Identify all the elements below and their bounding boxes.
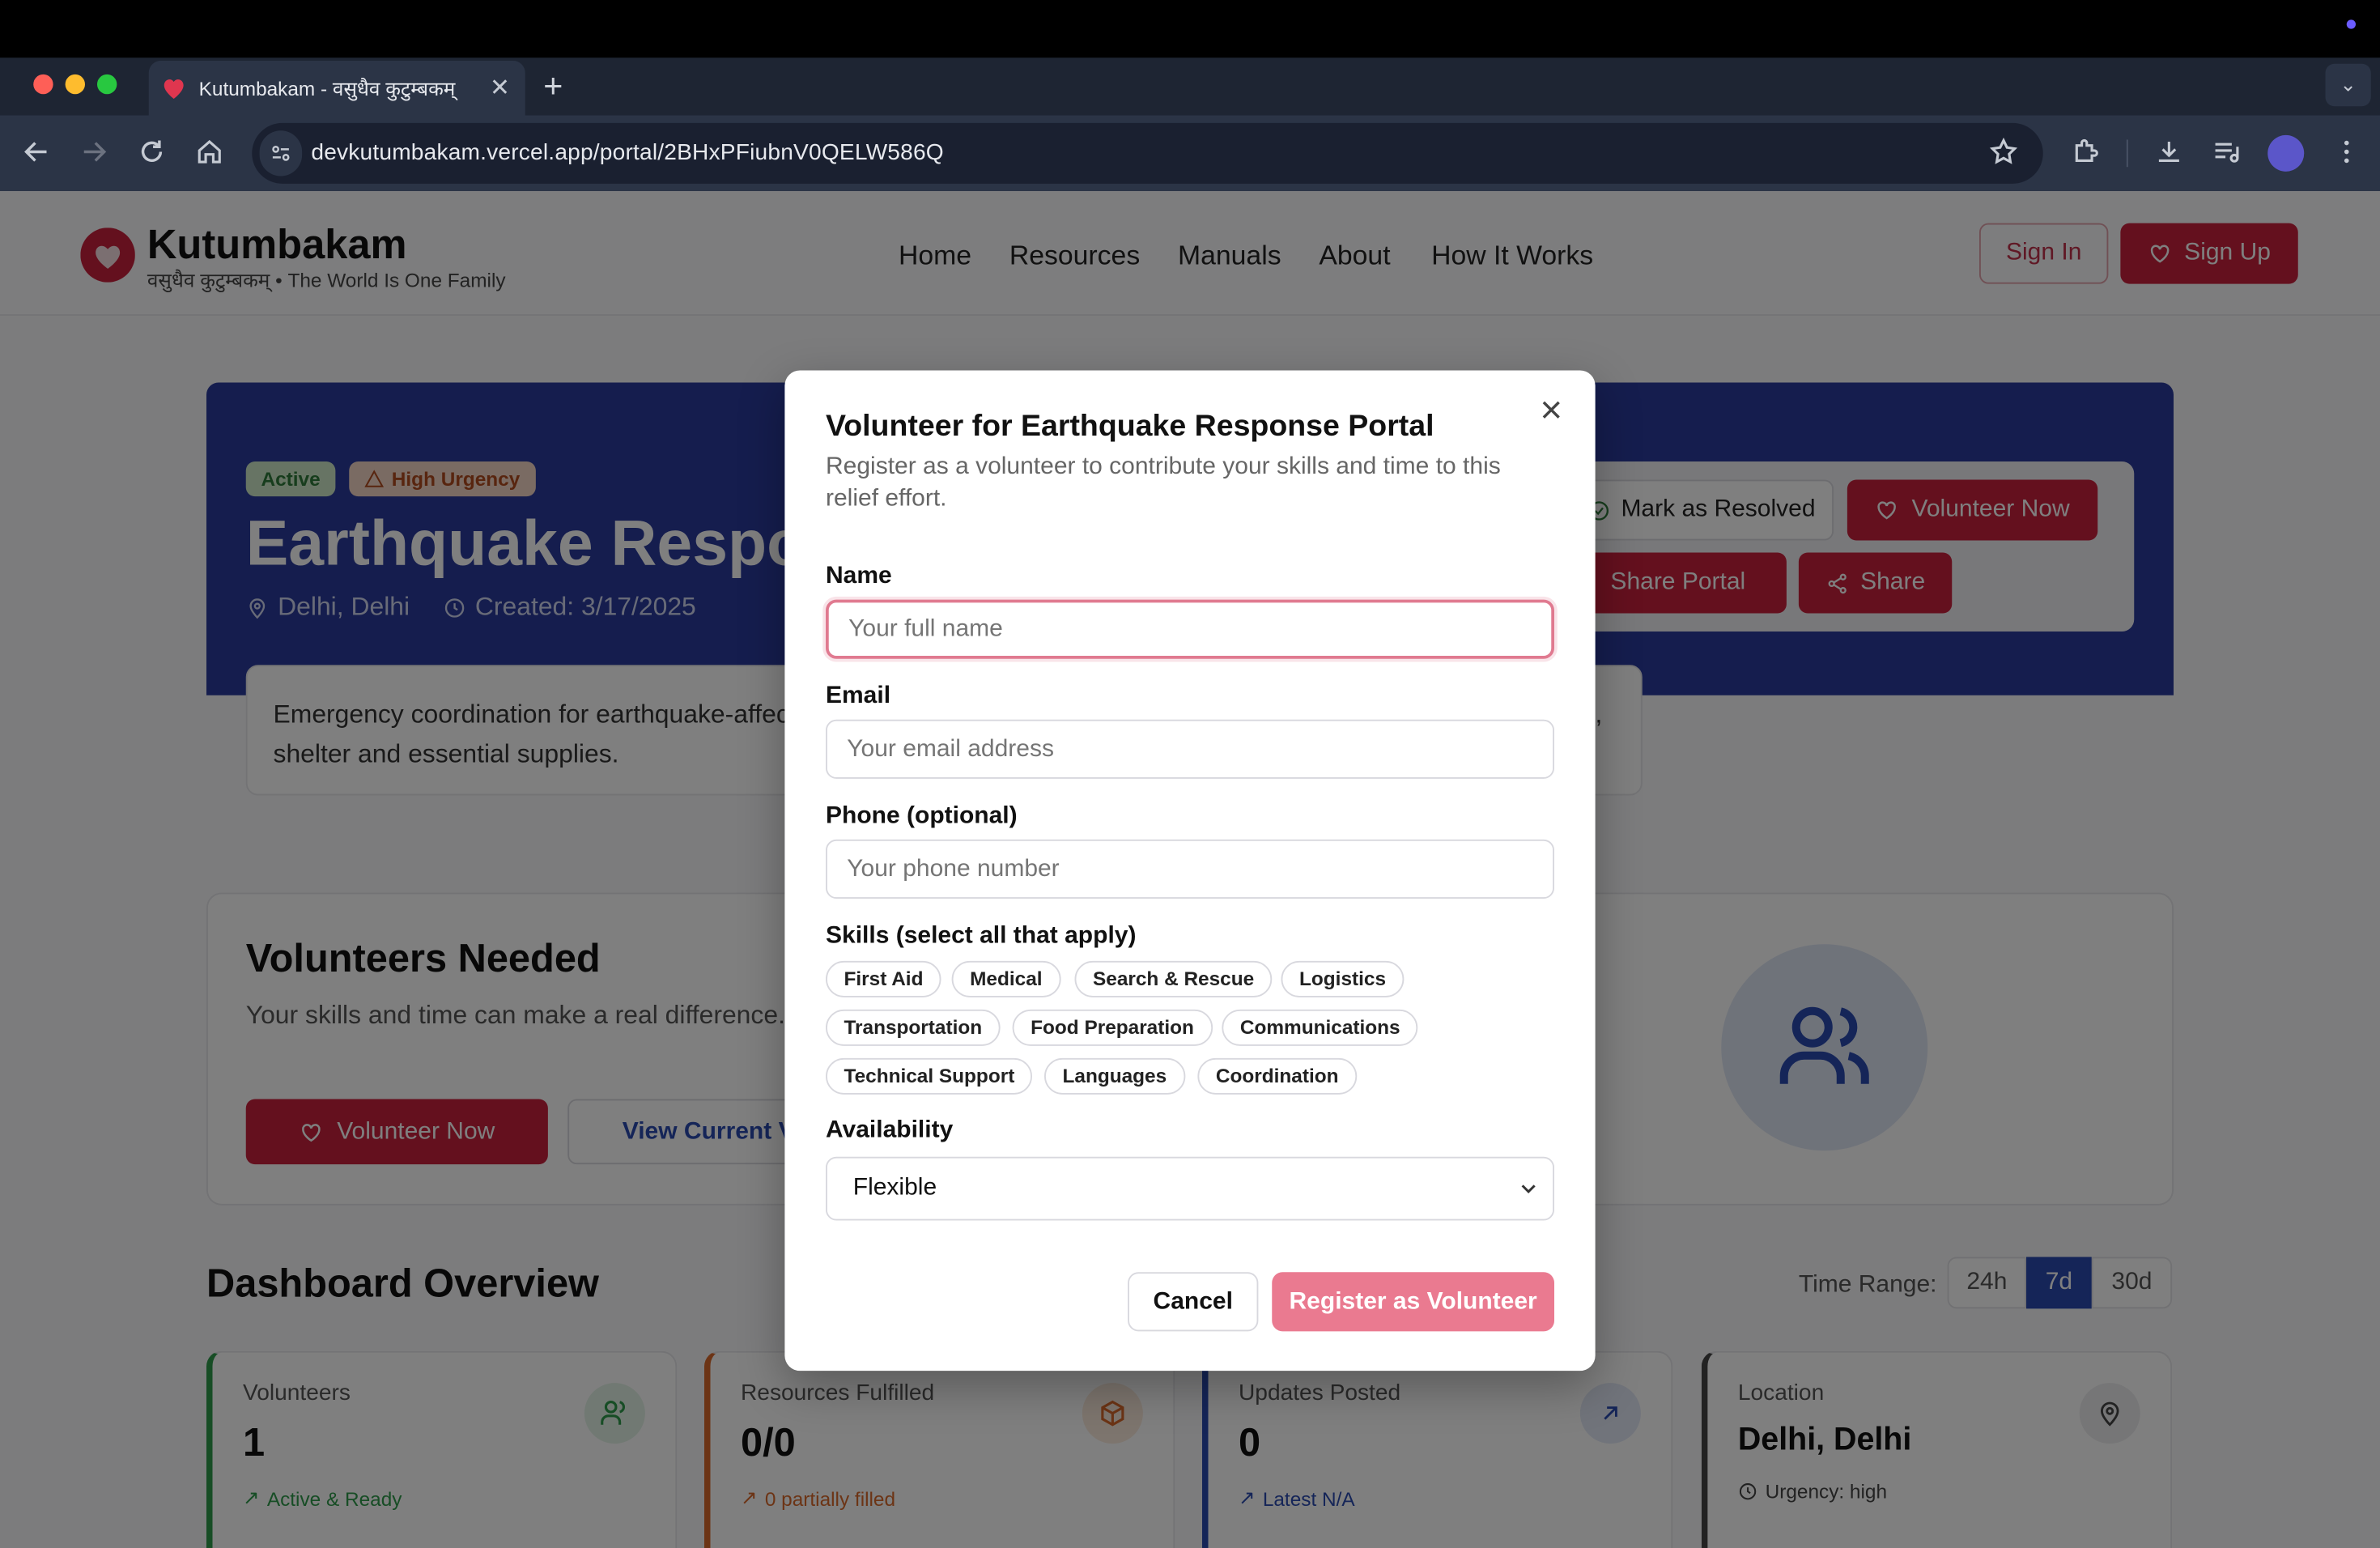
forward-arrow-icon[interactable] [79, 137, 110, 168]
name-label: Name [826, 563, 892, 589]
tab-search-chevron-icon[interactable]: ⌄ [2325, 63, 2371, 107]
tab-title: Kutumbakam - वसुधैव कुटुम्बकम् [198, 77, 456, 100]
skill-chip-transportation[interactable]: Transportation [826, 1009, 1001, 1046]
download-icon[interactable] [2154, 137, 2185, 168]
skill-chip-coordination[interactable]: Coordination [1197, 1057, 1358, 1095]
skill-chip-medical[interactable]: Medical [951, 960, 1061, 997]
cancel-button[interactable]: Cancel [1128, 1272, 1259, 1332]
phone-label: Phone (optional) [826, 802, 1018, 829]
back-arrow-icon[interactable] [21, 137, 52, 168]
screen: Kutumbakam - वसुधैव कुटुम्बकम् ✕ + ⌄ dev… [0, 0, 2380, 1548]
volunteer-modal: Volunteer for Earthquake Response Portal… [784, 370, 1596, 1372]
modal-subtitle: Register as a volunteer to contribute yo… [826, 453, 1501, 512]
skill-chip-communications[interactable]: Communications [1222, 1009, 1419, 1046]
email-input[interactable] [826, 719, 1554, 779]
new-tab-icon[interactable]: + [543, 67, 563, 107]
status-dot [2346, 19, 2356, 29]
chevron-down-icon [1519, 1180, 1538, 1198]
window-maximize-button[interactable] [97, 74, 117, 95]
browser-tab[interactable]: Kutumbakam - वसुधैव कुटुम्बकम् ✕ [148, 61, 525, 116]
home-icon[interactable] [194, 137, 225, 168]
skills-label: Skills (select all that apply) [826, 923, 1137, 949]
toolbar-divider [2126, 139, 2128, 168]
skill-chip-languages[interactable]: Languages [1044, 1057, 1185, 1095]
more-menu-icon[interactable] [2331, 137, 2362, 168]
name-input[interactable] [826, 599, 1554, 659]
profile-avatar[interactable] [2267, 134, 2305, 172]
skill-chip-first-aid[interactable]: First Aid [826, 960, 941, 997]
close-icon[interactable] [1541, 399, 1562, 420]
availability-select[interactable]: Flexible [826, 1156, 1554, 1221]
reload-icon[interactable] [137, 137, 168, 168]
os-menubar [0, 0, 2380, 58]
window-close-button[interactable] [33, 74, 53, 95]
skill-chip-logistics[interactable]: Logistics [1281, 960, 1405, 997]
skill-chip-food-preparation[interactable]: Food Preparation [1012, 1009, 1213, 1046]
media-queue-icon[interactable] [2212, 137, 2242, 168]
skill-chip-search-rescue[interactable]: Search & Rescue [1074, 960, 1273, 997]
phone-input[interactable] [826, 839, 1554, 899]
availability-value: Flexible [852, 1175, 937, 1201]
availability-label: Availability [826, 1117, 954, 1143]
register-volunteer-button[interactable]: Register as Volunteer [1272, 1272, 1554, 1332]
skill-chip-technical-support[interactable]: Technical Support [826, 1057, 1033, 1095]
tab-close-icon[interactable]: ✕ [490, 73, 510, 104]
site-info-icon[interactable] [259, 130, 303, 176]
email-label: Email [826, 683, 891, 709]
window-minimize-button[interactable] [65, 74, 85, 95]
extensions-puzzle-icon[interactable] [2071, 137, 2102, 168]
bookmark-star-icon[interactable] [1988, 137, 2019, 168]
heart-favicon-icon [161, 76, 187, 100]
modal-title: Volunteer for Earthquake Response Portal [826, 410, 1434, 444]
url-text[interactable]: devkutumbakam.vercel.app/portal/2BHxPFiu… [311, 140, 943, 166]
